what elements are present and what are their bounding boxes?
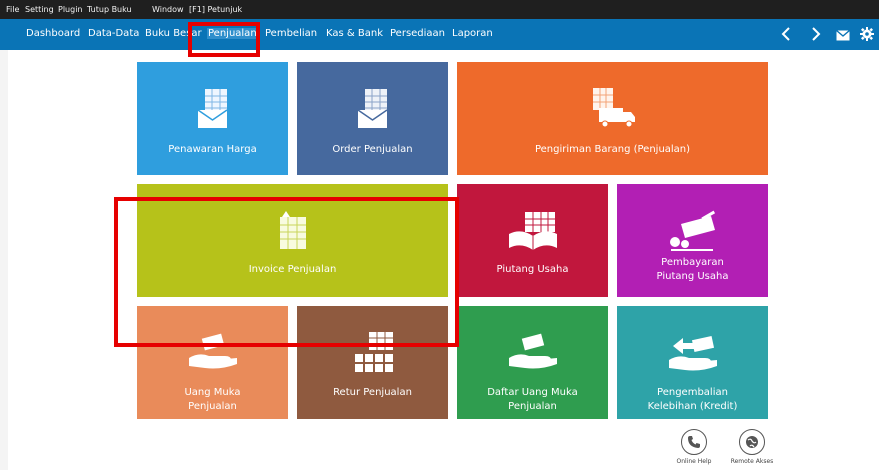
menu-setting[interactable]: Setting <box>25 5 54 14</box>
ledger-book-icon <box>457 210 608 252</box>
tile-label: Pengiriman Barang (Penjualan) <box>534 144 691 155</box>
mail-icon[interactable] <box>836 28 850 44</box>
tile-label-line2: Piutang Usaha <box>656 271 729 282</box>
refund-hand-icon <box>617 332 768 372</box>
tile-piutang-usaha[interactable]: Piutang Usaha <box>457 184 608 297</box>
nav-dashboard[interactable]: Dashboard <box>26 28 80 39</box>
tile-label-line2: Kelebihan (Kredit) <box>647 401 738 412</box>
payment-money-icon <box>617 210 768 252</box>
tile-pengembalian-kelebihan-kredit[interactable]: Pengembalian Kelebihan (Kredit) <box>617 306 768 419</box>
tile-label-line1: Uang Muka <box>184 387 241 398</box>
menu-plugin[interactable]: Plugin <box>58 5 83 14</box>
nav-laporan[interactable]: Laporan <box>452 28 493 39</box>
online-help-button[interactable]: Online Help <box>664 429 724 465</box>
gear-icon[interactable] <box>860 27 874 44</box>
hand-money-list-icon <box>457 332 608 372</box>
tile-label: Order Penjualan <box>332 144 413 155</box>
menu-tutup-buku[interactable]: Tutup Buku <box>87 5 132 14</box>
remote-akses-label: Remote Akses <box>730 458 774 465</box>
nav-kas-bank[interactable]: Kas & Bank <box>326 28 383 39</box>
nav-data-data[interactable]: Data-Data <box>88 28 139 39</box>
online-help-label: Online Help <box>676 458 712 465</box>
delivery-truck-icon <box>457 86 768 130</box>
chevron-right-icon[interactable] <box>810 26 822 45</box>
tile-label-line1: Pembayaran <box>661 257 724 268</box>
main-navbar: Dashboard Data-Data Buku Besar Penjualan… <box>0 19 879 50</box>
tile-order-penjualan[interactable]: Order Penjualan <box>297 62 448 175</box>
chevron-left-icon[interactable] <box>780 26 792 45</box>
tile-label-line2: Penjualan <box>508 401 557 412</box>
tile-label: Retur Penjualan <box>333 387 412 398</box>
tile-pengiriman-barang[interactable]: Pengiriman Barang (Penjualan) <box>457 62 768 175</box>
menu-window[interactable]: Window <box>152 5 184 14</box>
highlight-box-invoice <box>114 197 459 347</box>
phone-icon <box>681 429 707 455</box>
menu-bar: File Setting Plugin Tutup Buku Window [F… <box>0 0 879 19</box>
tile-label-line1: Daftar Uang Muka <box>487 387 578 398</box>
remote-akses-button[interactable]: Remote Akses <box>722 429 782 465</box>
tile-label-line2: Penjualan <box>188 401 237 412</box>
tile-label: Piutang Usaha <box>496 264 569 275</box>
nav-persediaan[interactable]: Persediaan <box>390 28 445 39</box>
tile-label-line1: Pengembalian <box>657 387 728 398</box>
tile-daftar-uang-muka-penjualan[interactable]: Daftar Uang Muka Penjualan <box>457 306 608 419</box>
globe-icon <box>739 429 765 455</box>
menu-petunjuk[interactable]: [F1] Petunjuk <box>189 5 242 14</box>
document-envelope-icon <box>297 86 448 130</box>
tile-penawaran-harga[interactable]: Penawaran Harga <box>137 62 288 175</box>
document-envelope-icon <box>137 86 288 130</box>
tile-pembayaran-piutang-usaha[interactable]: Pembayaran Piutang Usaha <box>617 184 768 297</box>
nav-pembelian[interactable]: Pembelian <box>265 28 317 39</box>
highlight-box-penjualan <box>188 22 260 57</box>
tile-label: Penawaran Harga <box>168 144 257 155</box>
menu-file[interactable]: File <box>6 5 19 14</box>
